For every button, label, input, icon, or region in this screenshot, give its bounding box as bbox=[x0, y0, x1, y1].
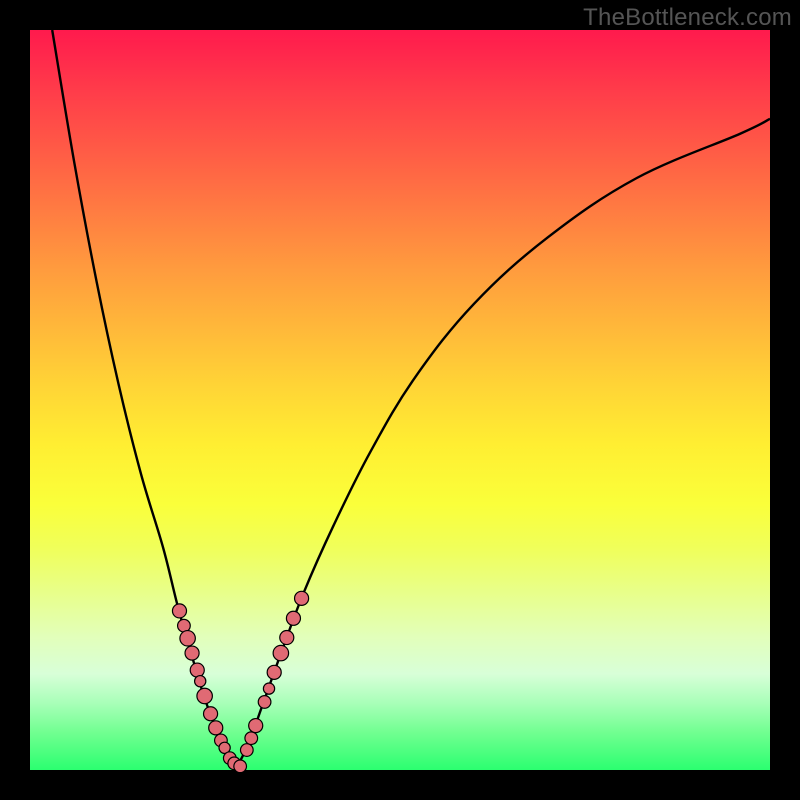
data-marker bbox=[267, 665, 281, 679]
data-marker bbox=[204, 707, 218, 721]
chart-frame: TheBottleneck.com bbox=[0, 0, 800, 800]
data-marker bbox=[245, 732, 258, 745]
data-marker bbox=[195, 676, 206, 687]
data-marker bbox=[280, 631, 294, 645]
plot-area bbox=[30, 30, 770, 770]
curve-layer bbox=[30, 30, 770, 770]
data-marker bbox=[209, 721, 223, 735]
curve-right-branch bbox=[237, 119, 770, 767]
data-marker bbox=[286, 611, 300, 625]
data-markers bbox=[172, 591, 308, 772]
data-marker bbox=[180, 631, 195, 646]
data-marker bbox=[295, 591, 309, 605]
curve-left-branch bbox=[52, 30, 237, 766]
data-marker bbox=[234, 760, 247, 773]
data-marker bbox=[263, 683, 274, 694]
data-marker bbox=[197, 688, 212, 703]
attribution-text: TheBottleneck.com bbox=[583, 4, 792, 32]
data-marker bbox=[273, 645, 288, 660]
data-marker bbox=[190, 663, 204, 677]
data-marker bbox=[249, 719, 263, 733]
data-marker bbox=[185, 646, 199, 660]
data-marker bbox=[240, 744, 253, 757]
data-marker bbox=[258, 696, 271, 709]
data-marker bbox=[172, 604, 186, 618]
